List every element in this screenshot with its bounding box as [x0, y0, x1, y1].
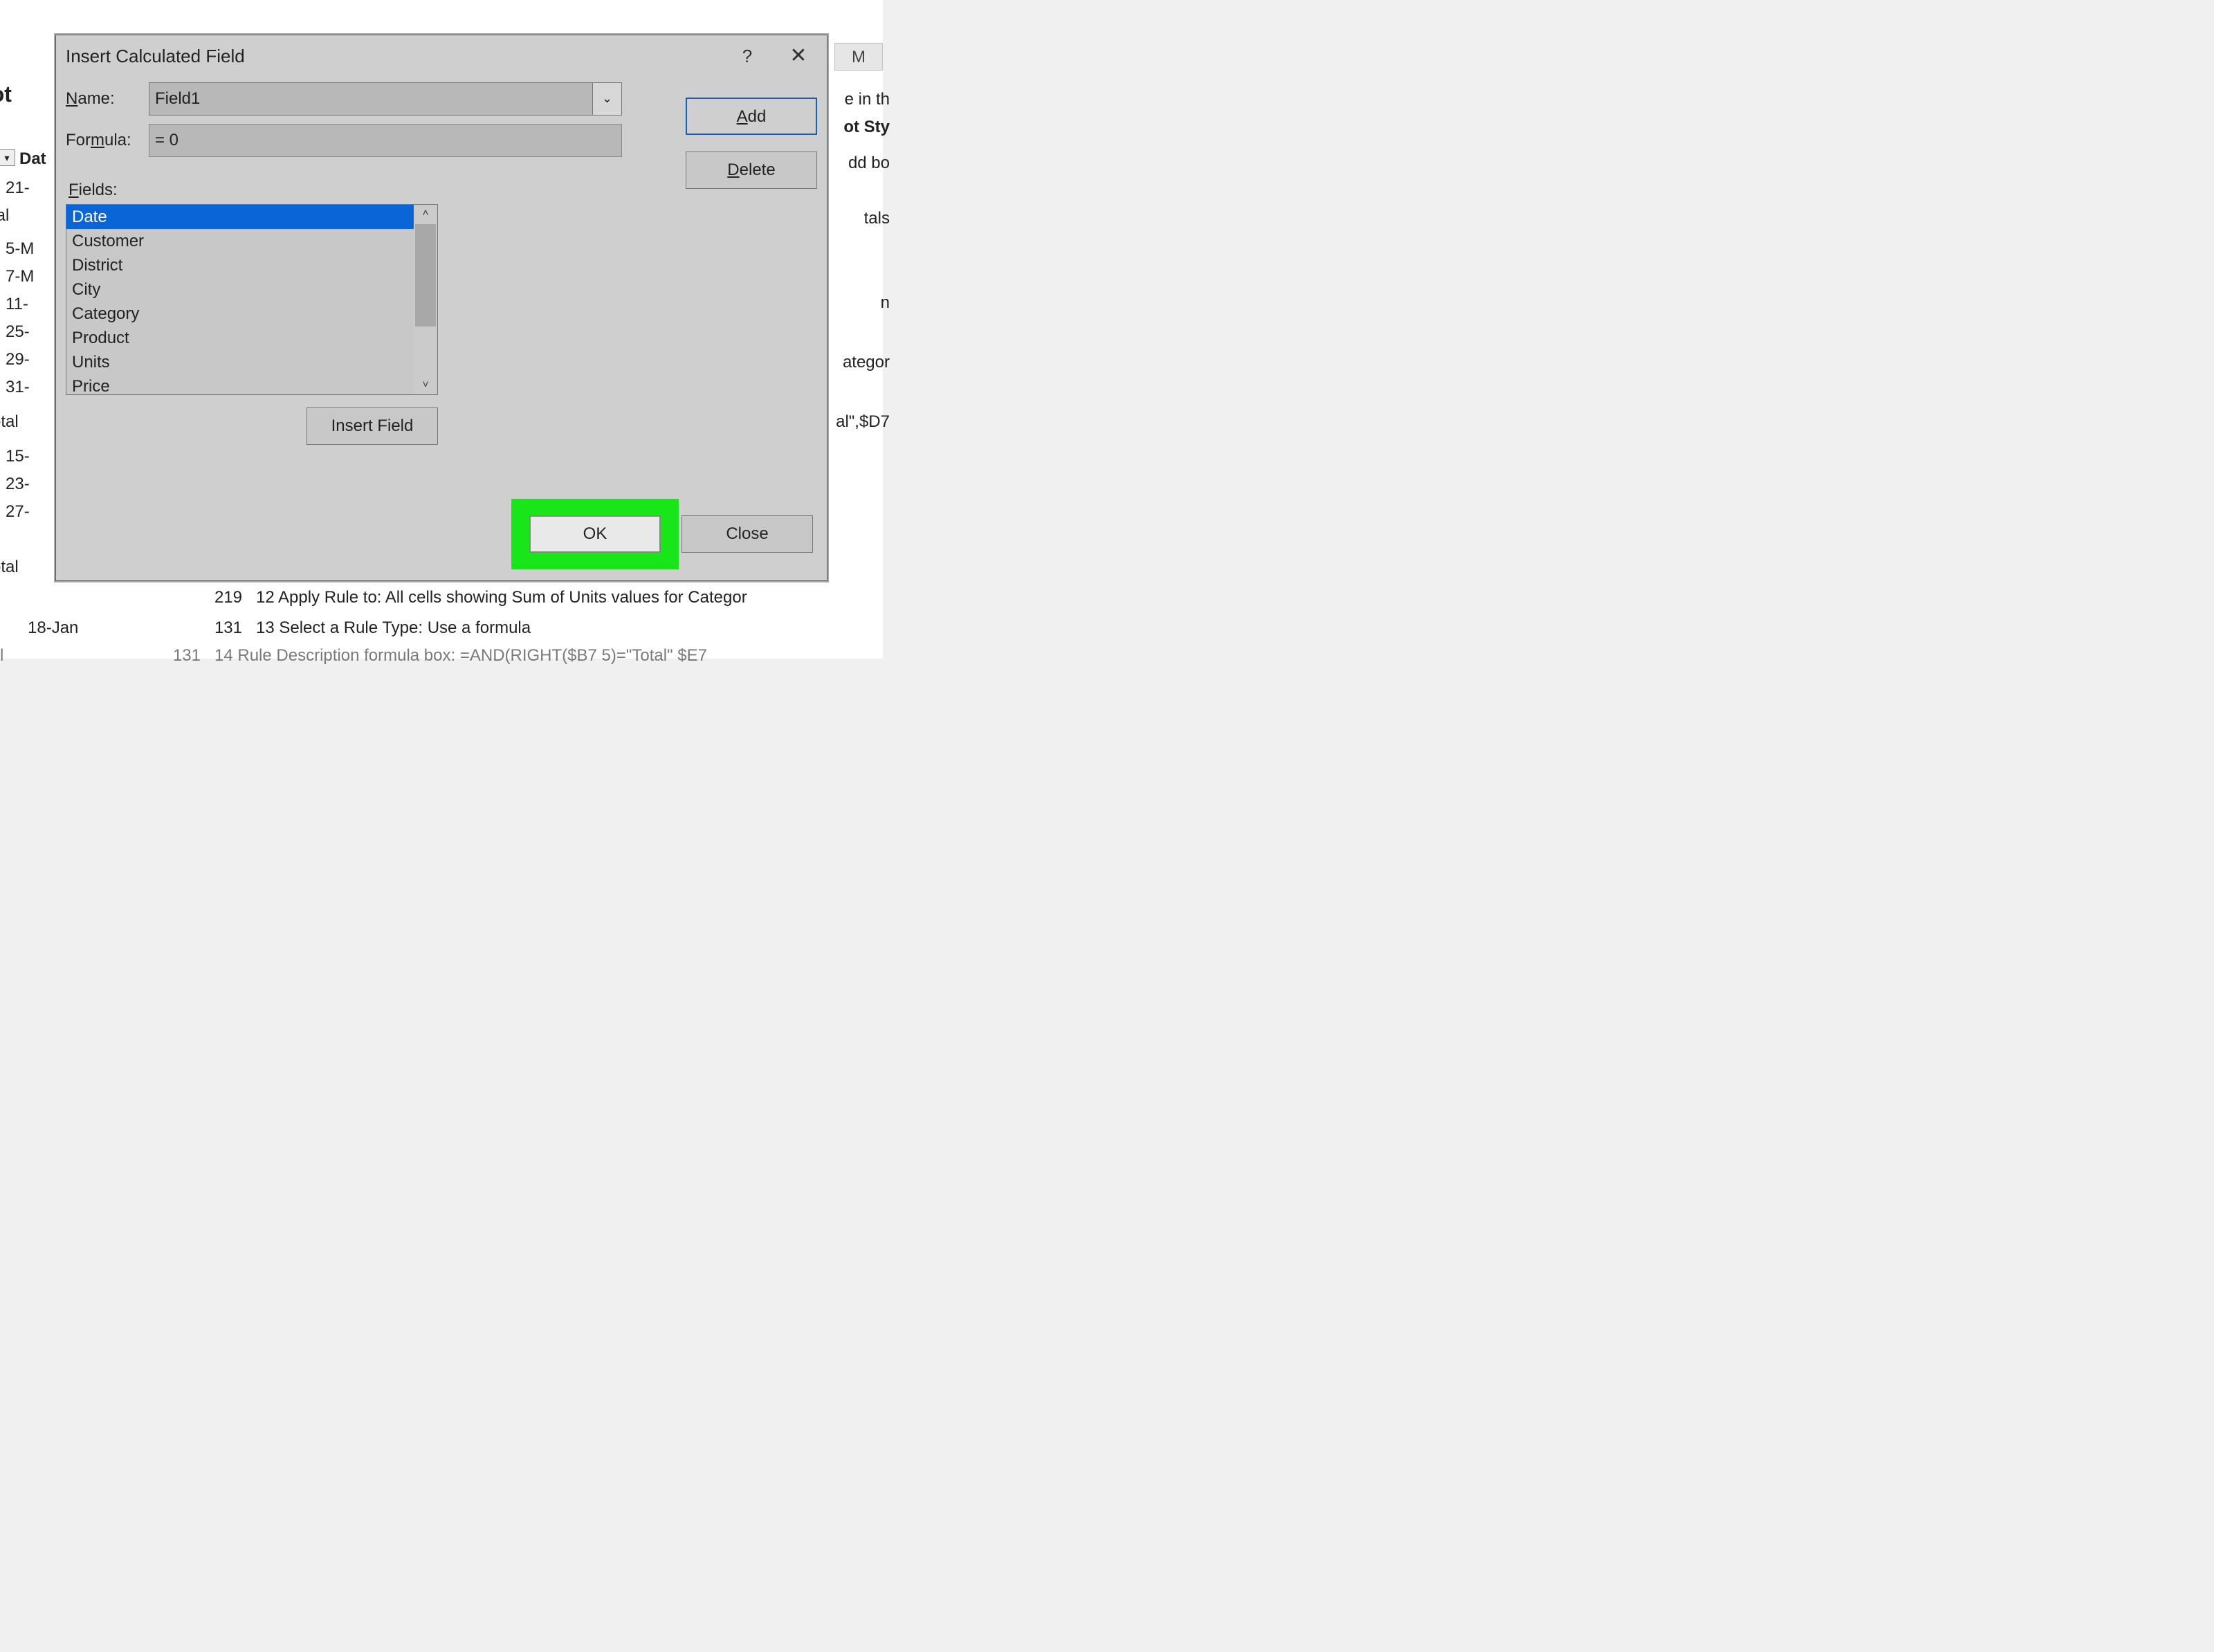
- field-item-category[interactable]: Category: [66, 302, 414, 326]
- close-button[interactable]: Close: [681, 515, 813, 553]
- bg-text-fragment: ategor: [843, 353, 890, 372]
- row-fragment: otal: [0, 553, 55, 581]
- field-item-units[interactable]: Units: [66, 350, 414, 374]
- bg-text-fragment: dd bo: [848, 154, 890, 173]
- cell[interactable]: 131: [166, 618, 256, 638]
- row-fragment: 7-M: [0, 263, 55, 291]
- row-fragment: 23-: [0, 470, 55, 498]
- chevron-down-icon: ⌄: [602, 91, 612, 105]
- name-label: Name:: [66, 89, 149, 109]
- column-header-date-fragment: Dat: [19, 149, 46, 169]
- field-item-date[interactable]: Date: [66, 205, 414, 229]
- insert-calculated-field-dialog: Insert Calculated Field ? ✕ Name: ⌄ Form…: [55, 35, 827, 581]
- scroll-up-icon[interactable]: ˄: [414, 205, 437, 223]
- sheet-row: tal 131 14 Rule Description formula box:…: [28, 642, 883, 670]
- row-fragment: 31-: [0, 374, 55, 401]
- name-input[interactable]: [149, 82, 593, 116]
- field-item-customer[interactable]: Customer: [66, 229, 414, 253]
- bg-text-fragment: al",$D7: [836, 412, 890, 432]
- cell[interactable]: 12 Apply Rule to: All cells showing Sum …: [256, 588, 883, 607]
- formula-label: Formula:: [66, 131, 149, 150]
- cell[interactable]: 131: [125, 646, 214, 666]
- formula-input[interactable]: [149, 124, 622, 157]
- cell[interactable]: 219: [166, 588, 256, 607]
- dialog-titlebar: Insert Calculated Field ? ✕: [56, 35, 827, 77]
- row-fragment: otal: [0, 408, 55, 436]
- delete-button[interactable]: Delete: [686, 152, 817, 189]
- cell[interactable]: tal: [0, 646, 125, 666]
- row-fragment: 5-M: [0, 235, 55, 263]
- help-button[interactable]: ?: [729, 42, 766, 70]
- add-button[interactable]: Add: [686, 98, 817, 135]
- name-dropdown-button[interactable]: ⌄: [593, 82, 622, 116]
- sheet-row: 18-Jan 131 13 Select a Rule Type: Use a …: [28, 614, 883, 642]
- filter-dropdown-icon[interactable]: ▾: [0, 149, 15, 166]
- scrollbar-thumb[interactable]: [415, 224, 436, 327]
- scroll-down-icon[interactable]: ˅: [414, 376, 437, 394]
- field-item-price[interactable]: Price: [66, 374, 414, 394]
- column-header-m[interactable]: M: [834, 43, 883, 71]
- bg-text-fragment: ot Sty: [843, 118, 890, 137]
- background-title-fragment: ivot: [0, 82, 12, 107]
- ok-button-highlight: OK: [511, 499, 679, 569]
- insert-field-button[interactable]: Insert Field: [307, 407, 438, 445]
- field-item-product[interactable]: Product: [66, 326, 414, 350]
- cell[interactable]: 13 Select a Rule Type: Use a formula: [256, 618, 883, 638]
- row-fragment: 11-: [0, 291, 55, 318]
- listbox-scrollbar[interactable]: ˄ ˅: [414, 205, 437, 394]
- row-fragment: 29-: [0, 346, 55, 374]
- close-icon[interactable]: ✕: [780, 42, 817, 70]
- bg-text-fragment: e in th: [845, 90, 890, 109]
- ok-button[interactable]: OK: [529, 515, 661, 553]
- row-fragment: 25-: [0, 318, 55, 346]
- row-fragment: tal: [0, 202, 55, 230]
- field-item-city[interactable]: City: [66, 277, 414, 302]
- fields-listbox[interactable]: Date Customer District City Category Pro…: [66, 204, 438, 395]
- row-fragment: 27-: [0, 498, 55, 526]
- bg-text-fragment: n: [881, 293, 890, 313]
- row-fragment: 15-: [0, 443, 55, 470]
- row-fragment: 21-: [0, 174, 55, 202]
- bg-text-fragment: tals: [864, 209, 890, 228]
- dialog-title: Insert Calculated Field: [66, 46, 715, 67]
- field-item-district[interactable]: District: [66, 253, 414, 277]
- cell[interactable]: 14 Rule Description formula box: =AND(RI…: [214, 646, 883, 666]
- cell[interactable]: 18-Jan: [28, 618, 166, 638]
- sheet-row: 219 12 Apply Rule to: All cells showing …: [28, 584, 883, 612]
